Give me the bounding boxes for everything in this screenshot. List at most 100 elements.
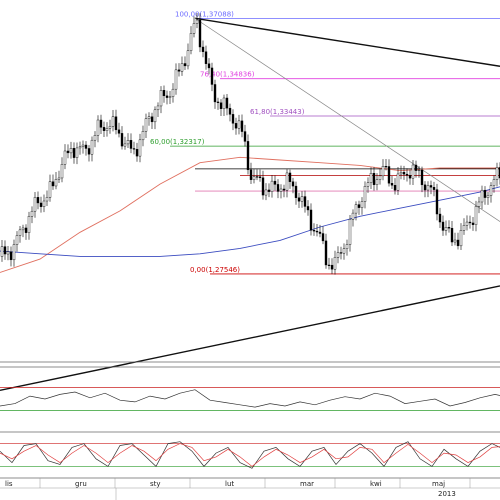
candle-body [216,101,220,103]
candle-body [171,88,175,97]
candle-body [207,63,211,69]
candle-body [339,252,343,254]
candle-body [84,144,88,149]
candle-body [144,118,148,132]
candle-body [306,206,310,211]
fib-level-label: 61,80(1,33443) [250,108,305,116]
candle-body [117,129,121,134]
candle-body [291,181,295,187]
candle-body [429,185,433,188]
candle-body [72,148,76,158]
rsi-panel [0,386,500,412]
candle-body [9,251,13,261]
candle-body [312,230,316,232]
candle-body [315,230,319,233]
stochastic-panel [0,441,500,469]
candle-body [387,166,391,184]
candle-body [192,23,196,34]
candle-body [6,251,10,255]
month-label: gru [75,480,87,488]
candle-body [45,197,49,202]
candle-body [426,185,430,191]
candle-body [123,143,127,147]
candle-body [396,173,400,191]
candle-body [411,164,415,179]
candle-body [294,185,298,198]
candle-body [246,141,250,171]
candle-body [300,196,304,202]
candle-body [234,123,238,129]
candle-body [483,189,487,198]
candle-body [285,172,289,191]
candle-body [21,227,25,231]
candle-body [105,128,109,131]
stoch-d-line [0,443,500,467]
stoch-k-line [0,441,500,469]
candle-body [75,147,79,158]
candle-body [438,213,442,223]
candle-body [345,244,349,249]
month-label: lut [225,480,234,488]
candle-body [375,179,379,185]
candle-body [348,219,352,245]
fib-level-label: 0,00(1,27546) [190,266,240,274]
candle-body [30,210,34,217]
candle-body [240,120,244,132]
candle-body [210,67,214,85]
chart-canvas: 100,00(1,37088) 76,40(1,34836) 61,80(1,334… [0,0,500,500]
candle-body [237,120,241,129]
candle-body [162,89,166,97]
candle-body [12,244,16,261]
candle-body [120,133,124,147]
candle-body [363,186,367,202]
candle-body [33,197,37,212]
candle-body [258,176,262,178]
candle-body [450,227,454,243]
candle-body [156,105,160,111]
candle-body [486,195,490,198]
candle-body [432,187,436,190]
candle-body [63,150,67,165]
candle-body [0,246,4,257]
candle-body [27,216,31,233]
candle-body [111,116,115,127]
candle-body [93,135,97,141]
month-label: mar [300,480,314,488]
candle-body [381,166,385,177]
candle-body [408,175,412,179]
candle-body [114,116,118,131]
candle-body [141,131,145,141]
candle-body [261,177,265,196]
candle-body [456,239,460,247]
candle-body [279,188,283,192]
candle-body [267,189,271,192]
candle-body [384,166,388,168]
candle-body [447,227,451,229]
candle-body [78,146,82,149]
candle-body [495,167,499,180]
candle-body [3,246,7,255]
candle-body [96,119,100,136]
candle-body [330,264,334,270]
candle-body [135,149,139,157]
candle-body [354,204,358,214]
candle-body [159,89,163,107]
fib-level-label: 60,00(1,32317) [150,138,205,146]
candle-body [423,184,427,191]
candle-body [369,172,373,183]
candle-body [204,51,208,64]
candle-body [351,212,355,220]
candle-body [417,169,421,172]
rsi-line [0,389,500,408]
candle-body [138,139,142,157]
candle-body [282,188,286,191]
candle-body [336,252,340,258]
candle-body [489,185,493,196]
candle-body [201,46,205,52]
candle-body [213,84,217,103]
candle-body [36,197,40,204]
candle-body [366,182,370,187]
candle-body [453,239,457,243]
candle-body [474,206,478,225]
candle-body [48,181,52,198]
